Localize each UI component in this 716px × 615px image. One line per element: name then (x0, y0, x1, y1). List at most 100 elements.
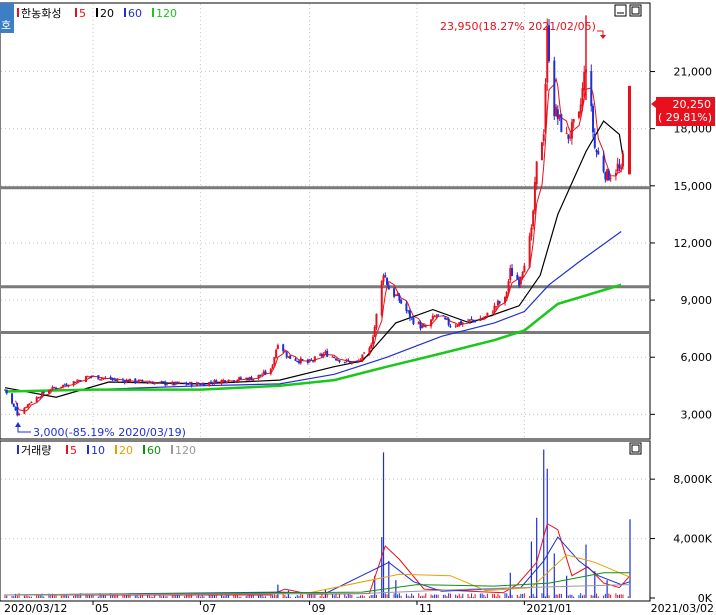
candle-body (479, 318, 482, 321)
candle-body (201, 383, 204, 385)
candle-body (136, 382, 139, 384)
candle-body (28, 403, 31, 405)
candle-body (310, 359, 313, 361)
candle-body (62, 384, 65, 387)
candle-body (137, 379, 140, 383)
candle-body (454, 325, 457, 327)
candle-body (49, 389, 52, 391)
candle-body (129, 378, 131, 383)
candle-body (141, 380, 144, 382)
candle-body (565, 132, 568, 134)
candle-body (287, 356, 290, 358)
candle-body (165, 384, 168, 386)
candle-body (555, 106, 558, 117)
candle-body (257, 374, 260, 379)
candle-body (396, 294, 399, 296)
candle-body (178, 382, 181, 384)
candle-body (331, 356, 334, 358)
candle-body (620, 167, 623, 170)
candle-body (495, 306, 498, 308)
candle-body (505, 291, 508, 299)
legend-label-5: 5 (79, 7, 86, 20)
candle-body (412, 318, 415, 325)
candle-body (486, 312, 489, 316)
candle-body (164, 381, 167, 385)
candle-body (449, 326, 452, 328)
candle-body (424, 326, 427, 328)
candle-body (345, 359, 348, 362)
minimize-button[interactable] (614, 4, 627, 17)
candle-body (86, 376, 89, 378)
candle-body (435, 315, 438, 317)
candle-body (322, 353, 325, 357)
candle-body (275, 349, 278, 358)
candle-body (382, 275, 385, 282)
candle-body (139, 379, 142, 381)
volume-panel-border (0, 440, 651, 602)
candle-body (11, 393, 14, 404)
candle-body (597, 151, 600, 155)
volume-legend-label-10: 10 (91, 444, 105, 457)
candle-body (419, 322, 422, 329)
candle-body (509, 268, 512, 281)
candle-body (51, 386, 54, 390)
legend-swatch-5 (75, 8, 77, 17)
candle-body (197, 382, 200, 385)
candle-body (55, 387, 58, 389)
candle-body (384, 275, 387, 277)
candle-body (326, 350, 329, 357)
side-tag-label: 호 (1, 19, 11, 32)
volume-tick-label: 4,000K (673, 533, 712, 546)
candle-body (227, 379, 230, 382)
candle-body (387, 285, 390, 290)
candle-body (595, 150, 598, 153)
candle-body (173, 381, 176, 385)
candle-body (324, 351, 327, 354)
candle-body (447, 318, 450, 326)
volume-legend-label-60: 60 (147, 444, 161, 457)
candle-body (109, 376, 112, 380)
candle-body (299, 358, 302, 364)
x-tick-label: 09 (312, 602, 326, 615)
candle-body (283, 351, 286, 353)
low-annotation: 3,000(-85.19% 2020/03/19) (33, 426, 186, 439)
x-tick-label: 2020/03/12 (4, 602, 67, 615)
candle-body (195, 382, 198, 386)
candle-body (162, 381, 165, 383)
candle-body (211, 383, 214, 385)
candle-body (90, 376, 93, 378)
volume-legend-swatch-5 (66, 445, 68, 454)
candle-body (528, 235, 531, 268)
candle-body (148, 382, 151, 384)
candle-body (153, 382, 156, 385)
price-tick-label: 3,000 (681, 408, 713, 421)
candle-body (259, 374, 262, 376)
volume-legend-swatch-10 (87, 445, 89, 454)
candle-body (208, 381, 211, 387)
candle-body (222, 379, 225, 381)
candle-body (213, 380, 216, 384)
candle-body (532, 210, 535, 227)
candle-body (560, 114, 563, 132)
price-panel: 3,0006,0009,00012,00015,00018,00021,000 … (0, 2, 715, 440)
candle-body (363, 352, 366, 354)
candle-body (84, 376, 87, 382)
candle-body (394, 294, 397, 296)
x-axis: 2020/03/12 05 07 09 11 2021/01 2021/03/02 (4, 601, 714, 615)
price-tick-label: 15,000 (674, 180, 713, 193)
candle-body (276, 345, 279, 349)
candle-body (202, 383, 205, 386)
candle-body (590, 71, 593, 107)
candle-body (431, 315, 434, 320)
candle-body (306, 359, 309, 363)
volume-legend-swatch-20 (115, 445, 117, 454)
candle-body (53, 387, 56, 389)
candle-body (507, 281, 510, 292)
candle-body (521, 271, 524, 279)
candle-body (301, 359, 304, 361)
candle-body (343, 361, 346, 363)
candle-body (542, 134, 545, 142)
candle-body (269, 368, 272, 374)
candle-body (67, 385, 70, 387)
candle-body (160, 381, 163, 383)
